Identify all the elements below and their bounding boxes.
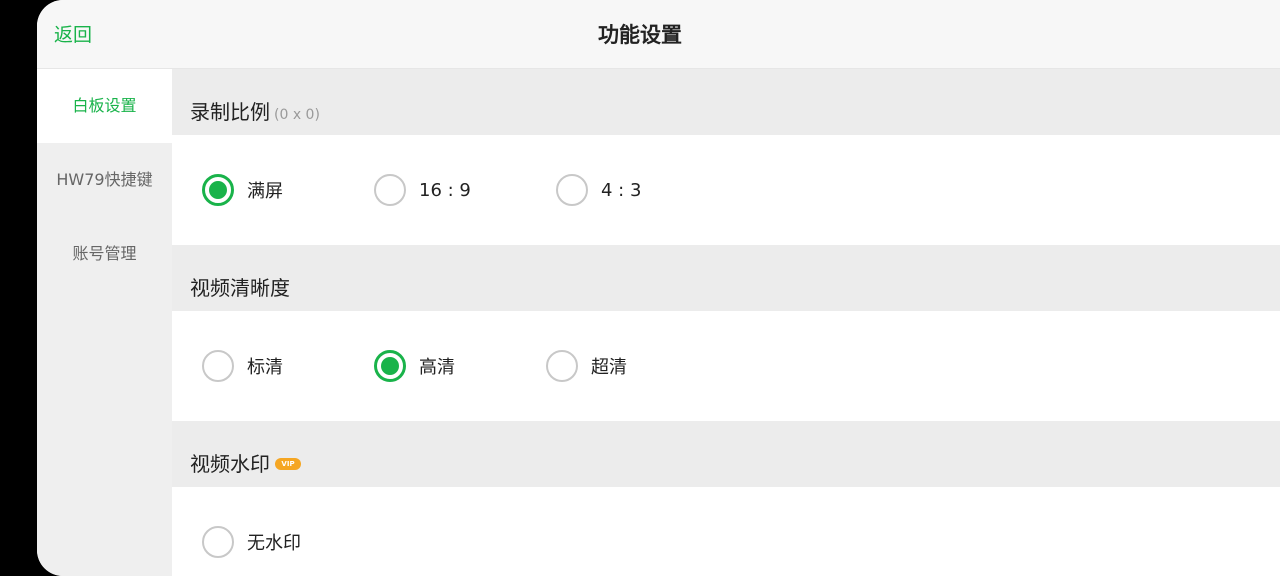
radio-button[interactable] [202, 350, 234, 382]
radio-label: 4 : 3 [601, 179, 642, 201]
section-title-text: 录制比例 [190, 100, 270, 124]
radio-label: 满屏 [247, 181, 283, 202]
option-row-recording-ratio: 满屏 16 : 9 4 : 3 [172, 135, 1280, 245]
radio-label: 高清 [419, 357, 455, 378]
radio-option-16-9[interactable]: 16 : 9 [374, 172, 471, 208]
radio-button[interactable] [546, 350, 578, 382]
section-header-watermark: 视频水印 VIP [172, 421, 1280, 487]
radio-option-fullscreen[interactable]: 满屏 [202, 172, 283, 208]
section-title: 录制比例 (0 x 0) [190, 69, 320, 135]
section-header-video-quality: 视频清晰度 [172, 245, 1280, 311]
section-title: 视频清晰度 [190, 245, 290, 311]
option-row-watermark: 无水印 [172, 487, 1280, 576]
radio-option-uhd[interactable]: 超清 [546, 348, 627, 384]
option-row-video-quality: 标清 高清 超清 [172, 311, 1280, 421]
radio-label: 16 : 9 [419, 179, 471, 201]
radio-button[interactable] [202, 526, 234, 558]
sidebar-item-whiteboard-settings[interactable]: 白板设置 [37, 69, 172, 143]
radio-label: 标清 [247, 357, 283, 378]
settings-content: 录制比例 (0 x 0) 满屏 16 : 9 4 : 3 视频清晰度 标清 高清… [172, 69, 1280, 576]
page-title: 功能设置 [598, 23, 682, 47]
radio-label: 超清 [591, 357, 627, 378]
radio-option-hd[interactable]: 高清 [374, 348, 455, 384]
sidebar-item-account-management[interactable]: 账号管理 [37, 217, 172, 291]
header-bar: 返回 功能设置 [37, 0, 1280, 69]
radio-button[interactable] [556, 174, 588, 206]
vip-badge: VIP [275, 457, 301, 470]
sidebar-item-hw79-shortcuts[interactable]: HW79快捷键 [37, 143, 172, 217]
radio-button-checked[interactable] [374, 350, 406, 382]
section-title-text: 视频清晰度 [190, 276, 290, 300]
resolution-readout: (0 x 0) [274, 107, 320, 123]
radio-label: 无水印 [247, 533, 301, 554]
section-header-recording-ratio: 录制比例 (0 x 0) [172, 69, 1280, 135]
section-title: 视频水印 VIP [190, 421, 301, 487]
radio-option-sd[interactable]: 标清 [202, 348, 283, 384]
radio-option-4-3[interactable]: 4 : 3 [556, 172, 641, 208]
radio-button-checked[interactable] [202, 174, 234, 206]
settings-window: 返回 功能设置 白板设置 HW79快捷键 账号管理 录制比例 (0 x 0) 满屏… [37, 0, 1280, 576]
section-title-text: 视频水印 [190, 452, 270, 476]
sidebar: 白板设置 HW79快捷键 账号管理 [37, 69, 172, 576]
radio-button[interactable] [374, 174, 406, 206]
radio-option-no-watermark[interactable]: 无水印 [202, 524, 301, 560]
